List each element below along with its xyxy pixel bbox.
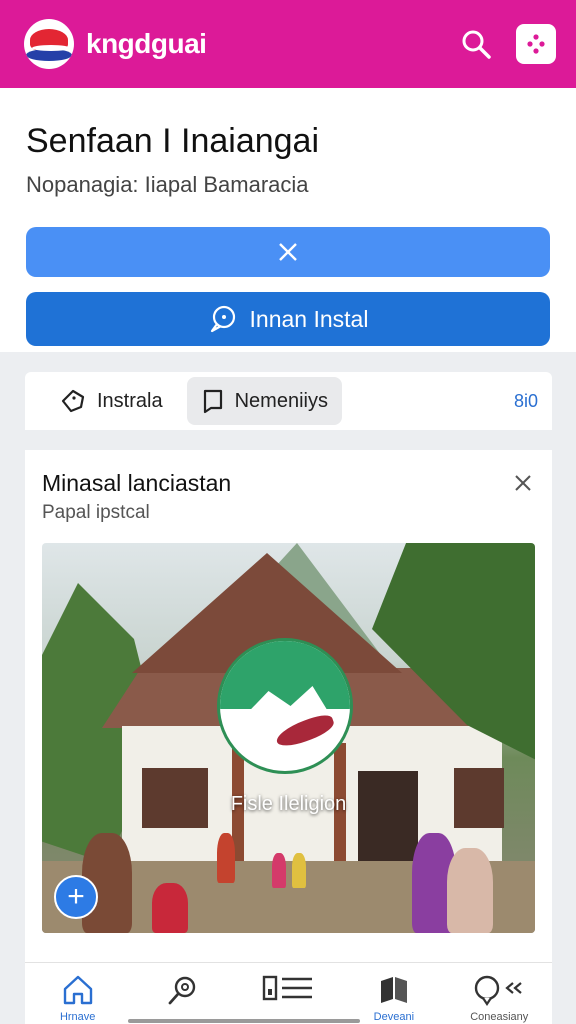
chat-bubble-icon: [210, 305, 235, 333]
nav-home[interactable]: Hrnave: [33, 973, 123, 1024]
search-icon[interactable]: [456, 24, 496, 64]
page-subtitle: Nopanagia: Iiapal Bamaracia: [26, 172, 309, 197]
list-icon: [263, 975, 313, 1001]
tab-count[interactable]: 8i0: [514, 391, 538, 412]
app-title: kngdguai: [86, 28, 207, 59]
home-icon: [63, 975, 92, 1005]
bottom-nav: Hrnave Deveani Coneasiany: [25, 962, 552, 1024]
card-image[interactable]: Fisle Ileligion +: [42, 543, 535, 933]
image-caption: Fisle Ileligion: [230, 793, 347, 815]
nav-coneasiany[interactable]: Coneasiany: [454, 973, 544, 1024]
search-icon: [168, 976, 196, 1005]
bookmark-icon: [203, 389, 222, 414]
book-icon: [380, 977, 407, 1003]
install-button[interactable]: Innan Instal: [26, 292, 550, 346]
top-app-bar: kngdguai: [0, 0, 576, 88]
tab-instrala[interactable]: Instrala: [45, 377, 177, 425]
tab-nemeniiys[interactable]: Nemeniiys: [186, 377, 342, 425]
nav-list[interactable]: [243, 973, 333, 1024]
tab-bar: Instrala Nemeniiys 8i0: [25, 372, 552, 430]
install-button-label: Innan Instal: [249, 305, 369, 332]
home-indicator[interactable]: [128, 1019, 360, 1023]
tag-icon: [61, 389, 85, 413]
page-header: Senfaan I Inaiangai Nopanagia: Iiapal Ba…: [0, 88, 576, 352]
nav-search[interactable]: [138, 973, 228, 1024]
card-title: Minasal lanciastan: [42, 470, 232, 496]
chat-icon: [475, 975, 522, 1006]
post-card: Minasal lanciastan Papal ipstcal Fisle I…: [25, 450, 552, 1024]
close-icon: [279, 243, 297, 261]
app-grid-icon[interactable]: [516, 24, 556, 64]
dismiss-button[interactable]: [26, 227, 550, 277]
community-logo-icon: [217, 638, 353, 774]
feed-area: Instrala Nemeniiys 8i0 Minasal lanciasta…: [0, 352, 576, 1024]
add-button[interactable]: +: [54, 875, 98, 919]
nav-deveani[interactable]: Deveani: [349, 973, 439, 1024]
close-icon[interactable]: [510, 470, 536, 496]
brand-logo-icon[interactable]: [24, 19, 74, 69]
page-title: Senfaan I Inaiangai: [26, 122, 320, 160]
card-subtitle: Papal ipstcal: [42, 502, 150, 523]
